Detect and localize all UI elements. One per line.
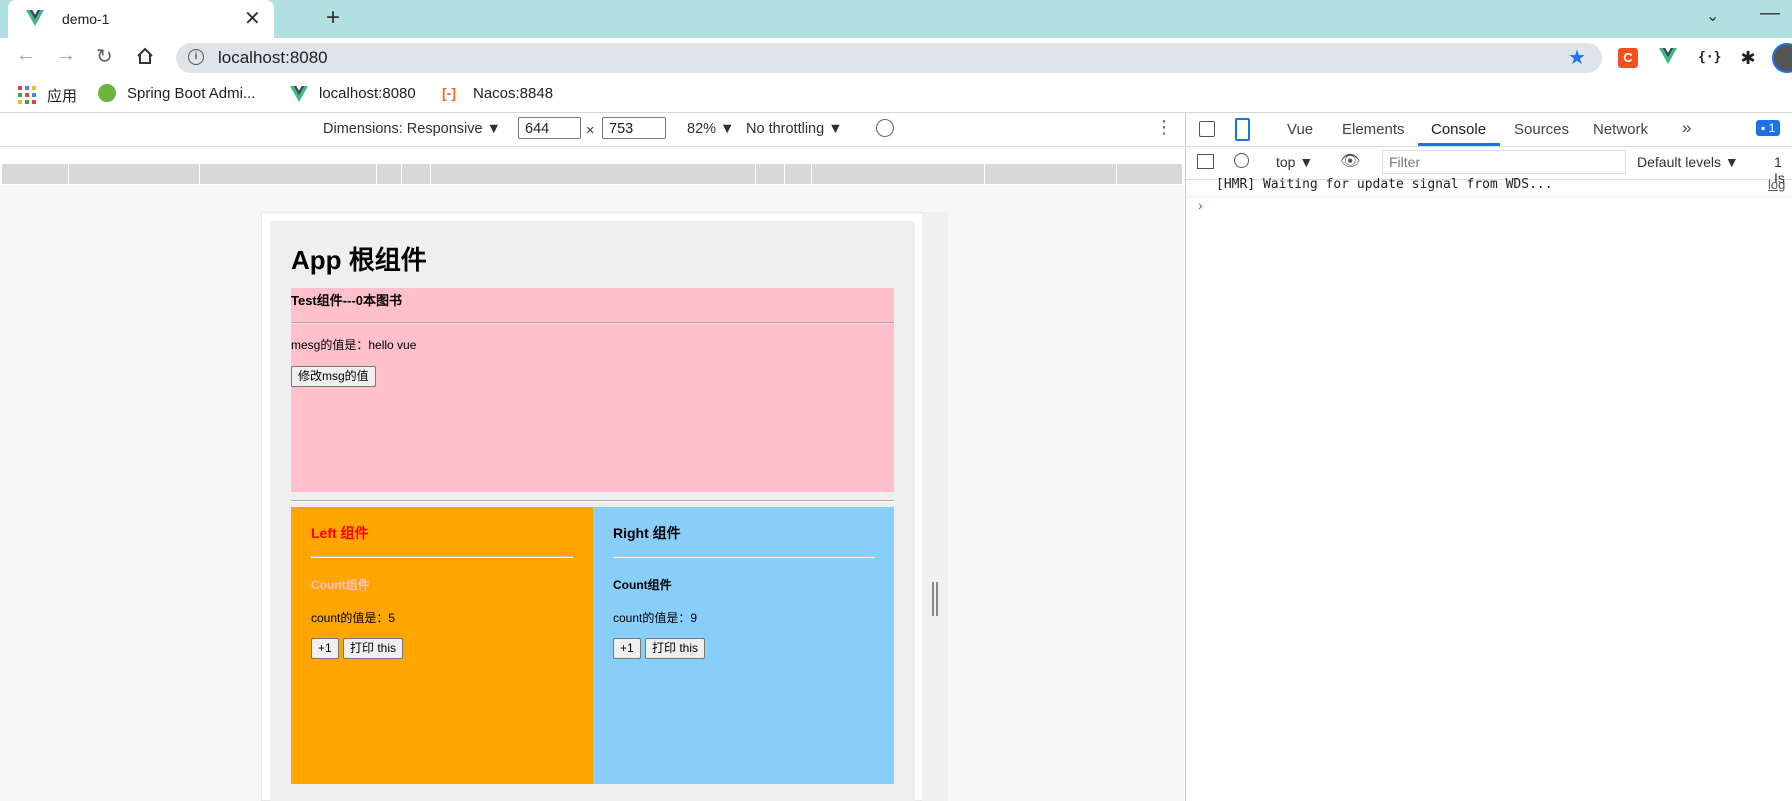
reload-icon[interactable]: ↻	[96, 44, 113, 69]
bookmark-spring-boot-admin[interactable]: Spring Boot Admi...	[127, 85, 255, 102]
ruler-segment[interactable]	[985, 164, 1117, 184]
print-this-button[interactable]: 打印 this	[343, 638, 404, 659]
increment-button[interactable]: +1	[613, 638, 641, 659]
zoom-select[interactable]: 82% ▼	[687, 121, 734, 137]
browser-tab[interactable]: demo-1 ✕	[8, 0, 274, 38]
right-heading: Right 组件	[613, 525, 681, 541]
chevron-down-icon[interactable]: ⌄	[1706, 6, 1719, 26]
ruler-segment[interactable]	[431, 164, 756, 184]
ruler-segment[interactable]	[2, 164, 69, 184]
change-msg-button[interactable]: 修改msg的值	[291, 366, 376, 387]
throttle-select[interactable]: No throttling ▼	[746, 121, 843, 137]
close-tab-icon[interactable]: ✕	[244, 6, 261, 31]
context-select[interactable]: top ▼	[1276, 154, 1313, 170]
resize-gutter	[922, 212, 948, 801]
app-title: App 根组件	[291, 245, 427, 275]
back-icon[interactable]: ←	[16, 44, 36, 67]
more-tabs-icon[interactable]: »	[1682, 118, 1691, 138]
divider	[291, 322, 894, 324]
clear-console-icon[interactable]	[1234, 153, 1249, 168]
ruler-segment[interactable]	[402, 164, 431, 184]
browser-toolbar: ← → ↻ i localhost:8080 ★ C {·} ✱	[0, 38, 1792, 76]
bookmark-localhost[interactable]: localhost:8080	[319, 85, 416, 102]
devtools-tabbar: Vue Elements Console Sources Network » ▪…	[1186, 113, 1792, 147]
home-icon[interactable]	[136, 47, 154, 68]
address-bar[interactable]: i localhost:8080 ★	[176, 43, 1602, 73]
console-message: [HMR] Waiting for update signal from WDS…	[1216, 177, 1553, 192]
count-heading: Count组件	[311, 578, 370, 592]
bookmark-apps[interactable]: 应用	[47, 85, 77, 106]
bookmarks-bar: 应用 Spring Boot Admi... localhost:8080 [-…	[0, 76, 1792, 113]
count-heading: Count组件	[613, 578, 672, 592]
dimensions-select[interactable]: Dimensions: Responsive ▼	[323, 121, 501, 137]
left-heading: Left 组件	[311, 525, 369, 541]
width-input[interactable]: 644	[518, 117, 581, 139]
count-value: count的值是：9	[613, 611, 698, 625]
more-options-icon[interactable]: ⋮	[1155, 117, 1173, 138]
extensions-puzzle-icon[interactable]: ✱	[1738, 48, 1758, 68]
message-icon: ▪	[1761, 121, 1766, 135]
tab-network[interactable]: Network	[1593, 121, 1648, 138]
site-info-icon[interactable]: i	[188, 49, 204, 65]
minimize-icon[interactable]: —	[1760, 2, 1780, 25]
ruler-segment[interactable]	[377, 164, 402, 184]
test-heading: Test组件---0本图书	[291, 293, 402, 308]
console-prompt[interactable]: ›	[1198, 197, 1203, 213]
divider	[613, 556, 875, 558]
device-toggle-icon[interactable]	[1235, 118, 1250, 141]
inspect-element-icon[interactable]	[1199, 121, 1215, 137]
sidebar-toggle-icon[interactable]	[1197, 154, 1214, 169]
ruler-segment[interactable]	[812, 164, 985, 184]
resize-handle[interactable]	[932, 582, 938, 616]
increment-button[interactable]: +1	[311, 638, 339, 659]
issues-badge[interactable]: ▪ 1	[1756, 120, 1781, 136]
ruler-segment[interactable]	[785, 164, 812, 184]
tab-vue[interactable]: Vue	[1287, 121, 1313, 138]
vue-devtools-icon[interactable]	[1658, 48, 1678, 68]
profile-avatar[interactable]	[1772, 43, 1792, 73]
ruler-segment[interactable]	[69, 164, 200, 184]
filter-input[interactable]: Filter	[1382, 150, 1626, 174]
log-source-link[interactable]: log	[1768, 177, 1785, 192]
device-toolbar: Dimensions: Responsive ▼ 644 × 753 82% ▼…	[0, 113, 1184, 147]
right-component: Right 组件 Count组件 count的值是：9 +1 打印 this	[593, 507, 894, 784]
apps-grid-icon	[18, 86, 36, 107]
new-tab-icon[interactable]: +	[326, 4, 340, 32]
issues-count: 1	[1768, 121, 1776, 135]
divider	[291, 500, 894, 502]
height-input[interactable]: 753	[602, 117, 666, 139]
extension-c-icon[interactable]: C	[1618, 48, 1638, 68]
media-query-ruler	[2, 164, 1182, 184]
left-component: Left 组件 Count组件 count的值是：5 +1 打印 this	[291, 507, 593, 784]
nacos-icon: [-]	[442, 85, 456, 101]
json-extension-icon[interactable]: {·}	[1698, 48, 1721, 68]
tab-elements[interactable]: Elements	[1342, 121, 1405, 138]
url-text: localhost:8080	[218, 48, 328, 67]
bookmark-nacos[interactable]: Nacos:8848	[473, 85, 553, 102]
tab-title: demo-1	[62, 11, 110, 27]
tab-strip: demo-1 ✕ + ⌄ —	[0, 0, 1792, 38]
divider	[1186, 196, 1792, 197]
eye-icon[interactable]: 👁	[1340, 151, 1360, 171]
test-component: Test组件---0本图书 mesg的值是：hello vue 修改msg的值	[291, 288, 894, 492]
vue-logo-icon	[290, 86, 308, 105]
divider	[311, 556, 573, 558]
times-sign: ×	[586, 123, 595, 139]
vue-logo-icon	[26, 10, 44, 29]
spring-boot-icon	[98, 84, 116, 102]
ruler-segment[interactable]	[200, 164, 377, 184]
tab-console[interactable]: Console	[1431, 121, 1486, 138]
devtools-panel: Vue Elements Console Sources Network » ▪…	[1185, 113, 1792, 801]
ruler-segment[interactable]	[756, 164, 785, 184]
print-this-button[interactable]: 打印 this	[645, 638, 706, 659]
console-toolbar: top ▼ 👁 Filter Default levels ▼ 1 Is	[1186, 146, 1792, 186]
rotate-icon[interactable]	[876, 119, 894, 137]
log-levels-select[interactable]: Default levels ▼	[1637, 154, 1739, 170]
msg-text: mesg的值是：hello vue	[291, 338, 417, 352]
bookmark-star-icon[interactable]: ★	[1568, 45, 1586, 70]
forward-icon[interactable]: →	[56, 44, 76, 67]
count-value: count的值是：5	[311, 611, 396, 625]
tab-sources[interactable]: Sources	[1514, 121, 1569, 138]
